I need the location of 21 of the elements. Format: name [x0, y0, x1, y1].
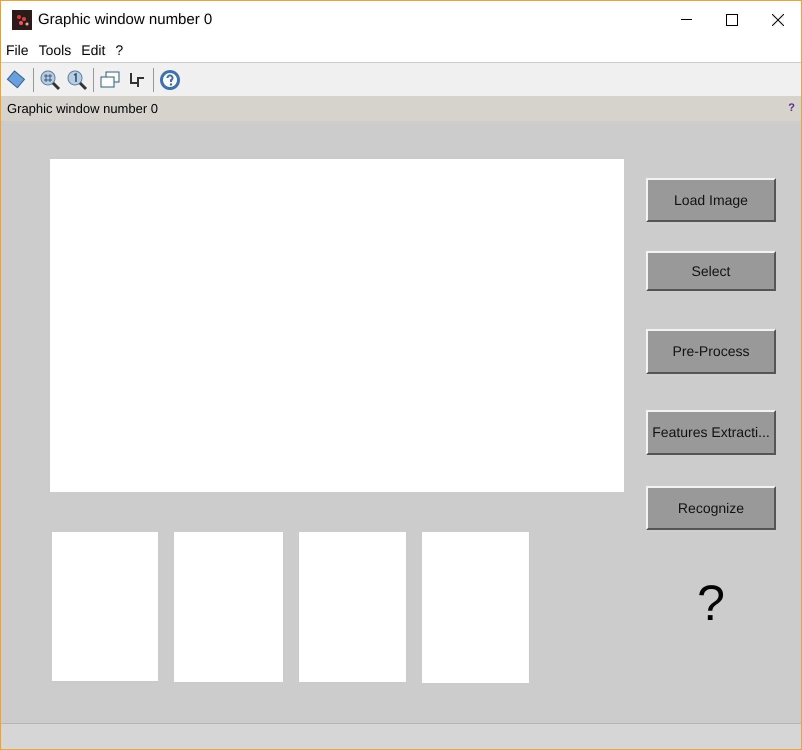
info-help-link[interactable]: ? [788, 100, 795, 117]
zoom-icon[interactable] [39, 68, 61, 90]
menu-item[interactable]: ? [115, 40, 124, 61]
action-button[interactable]: Features Extracti... [646, 410, 776, 455]
window-title: Graphic window number 0 [38, 10, 212, 30]
result-label: ? [697, 578, 725, 628]
zoom-reset-icon[interactable] [66, 68, 88, 90]
minimize-icon [680, 19, 692, 21]
info-bar-title: Graphic window number 0 [7, 100, 158, 118]
menu-item[interactable]: Tools [38, 40, 72, 61]
windows-icon[interactable] [99, 68, 121, 90]
menu-item[interactable]: File [6, 40, 29, 61]
maximize-icon [726, 14, 738, 26]
action-button[interactable]: Pre-Process [646, 329, 776, 374]
menu-item[interactable]: Edit [81, 40, 106, 61]
action-button[interactable]: Select [646, 251, 776, 291]
help-icon[interactable] [159, 68, 181, 90]
action-button[interactable]: Load Image [646, 178, 776, 222]
close-icon [772, 14, 784, 26]
action-button[interactable]: Recognize [646, 486, 776, 530]
app-logo-icon [12, 10, 32, 30]
